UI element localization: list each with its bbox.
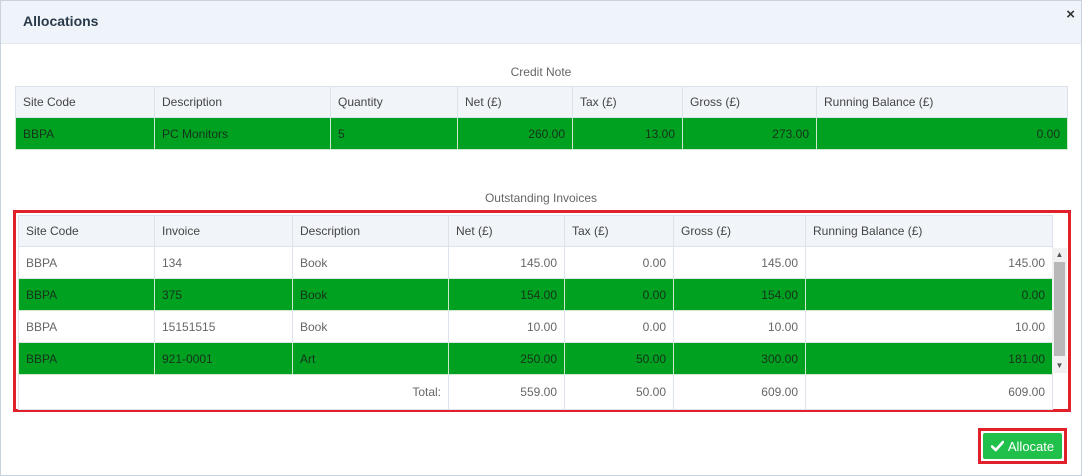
table-row[interactable]: BBPA PC Monitors 5 260.00 13.00 273.00 0… [15, 117, 1068, 150]
running-balance-cell: 0.00 [816, 117, 1068, 150]
credit-note-title: Credit Note [510, 65, 572, 79]
allocations-dialog: Allocations × Credit Note Site Code Desc… [0, 0, 1082, 476]
column-header[interactable]: Net (£) [457, 86, 573, 118]
gross-cell: 10.00 [673, 310, 806, 343]
tax-cell: 0.00 [564, 310, 674, 343]
column-header[interactable]: Site Code [18, 215, 155, 247]
table-row[interactable]: BBPA 15151515 Book 10.00 0.00 10.00 10.0… [18, 310, 1053, 343]
scroll-up-icon[interactable]: ▲ [1052, 248, 1067, 262]
description-cell: Book [292, 278, 449, 311]
running-balance-cell: 0.00 [805, 278, 1053, 311]
invoice-cell: 134 [154, 246, 293, 279]
net-cell: 145.00 [448, 246, 565, 279]
dialog-header: Allocations × [1, 1, 1081, 44]
tax-cell: 50.00 [564, 342, 674, 375]
running-balance-cell: 181.00 [805, 342, 1053, 375]
column-header[interactable]: Tax (£) [572, 86, 683, 118]
site-code-cell: BBPA [18, 342, 155, 375]
outstanding-invoices-title: Outstanding Invoices [484, 191, 598, 205]
invoice-cell: 15151515 [154, 310, 293, 343]
quantity-cell: 5 [330, 117, 458, 150]
allocate-button[interactable]: Allocate [983, 433, 1062, 459]
site-code-cell: BBPA [18, 246, 155, 279]
tax-cell: 0.00 [564, 278, 674, 311]
table-row[interactable]: BBPA 375 Book 154.00 0.00 154.00 0.00 [18, 278, 1053, 311]
tax-cell: 13.00 [572, 117, 683, 150]
description-cell: Book [292, 246, 449, 279]
scroll-down-icon[interactable]: ▼ [1052, 359, 1067, 373]
tax-cell: 0.00 [564, 246, 674, 279]
close-icon[interactable]: × [1066, 7, 1075, 22]
site-code-cell: BBPA [15, 117, 155, 150]
check-icon [990, 440, 1004, 452]
outstanding-invoices-table: Site Code Invoice Description Net (£) Ta… [18, 215, 1053, 410]
description-cell: Book [292, 310, 449, 343]
vertical-scrollbar[interactable]: ▲ ▼ [1052, 248, 1067, 373]
gross-cell: 273.00 [682, 117, 817, 150]
gross-cell: 154.00 [673, 278, 806, 311]
site-code-cell: BBPA [18, 278, 155, 311]
invoice-cell: 375 [154, 278, 293, 311]
column-header[interactable]: Running Balance (£) [816, 86, 1068, 118]
net-cell: 10.00 [448, 310, 565, 343]
net-cell: 250.00 [448, 342, 565, 375]
total-tax: 50.00 [564, 374, 674, 410]
running-balance-cell: 145.00 [805, 246, 1053, 279]
allocate-label: Allocate [1007, 438, 1055, 454]
column-header[interactable]: Gross (£) [673, 215, 806, 247]
net-cell: 260.00 [457, 117, 573, 150]
description-cell: Art [292, 342, 449, 375]
outstanding-invoices-panel: Site Code Invoice Description Net (£) Ta… [13, 210, 1071, 412]
invoices-header-row: Site Code Invoice Description Net (£) Ta… [18, 215, 1053, 247]
column-header[interactable]: Description [154, 86, 331, 118]
site-code-cell: BBPA [18, 310, 155, 343]
total-running-balance: 609.00 [805, 374, 1053, 410]
gross-cell: 300.00 [673, 342, 806, 375]
table-row[interactable]: BBPA 921-0001 Art 250.00 50.00 300.00 18… [18, 342, 1053, 375]
allocate-highlight: Allocate [978, 428, 1067, 464]
invoice-cell: 921-0001 [154, 342, 293, 375]
credit-note-header-row: Site Code Description Quantity Net (£) T… [15, 86, 1068, 118]
total-net: 559.00 [448, 374, 565, 410]
dialog-title: Allocations [23, 13, 99, 29]
total-label: Total: [18, 374, 449, 410]
scrollbar-thumb[interactable] [1054, 262, 1065, 356]
description-cell: PC Monitors [154, 117, 331, 150]
column-header[interactable]: Net (£) [448, 215, 565, 247]
net-cell: 154.00 [448, 278, 565, 311]
table-row[interactable]: BBPA 134 Book 145.00 0.00 145.00 145.00 [18, 246, 1053, 279]
credit-note-table: Site Code Description Quantity Net (£) T… [15, 86, 1068, 150]
column-header[interactable]: Quantity [330, 86, 458, 118]
totals-row: Total: 559.00 50.00 609.00 609.00 [18, 374, 1053, 410]
column-header[interactable]: Gross (£) [682, 86, 817, 118]
total-gross: 609.00 [673, 374, 806, 410]
column-header[interactable]: Tax (£) [564, 215, 674, 247]
running-balance-cell: 10.00 [805, 310, 1053, 343]
gross-cell: 145.00 [673, 246, 806, 279]
column-header[interactable]: Description [292, 215, 449, 247]
column-header[interactable]: Invoice [154, 215, 293, 247]
column-header[interactable]: Site Code [15, 86, 155, 118]
column-header[interactable]: Running Balance (£) [805, 215, 1053, 247]
